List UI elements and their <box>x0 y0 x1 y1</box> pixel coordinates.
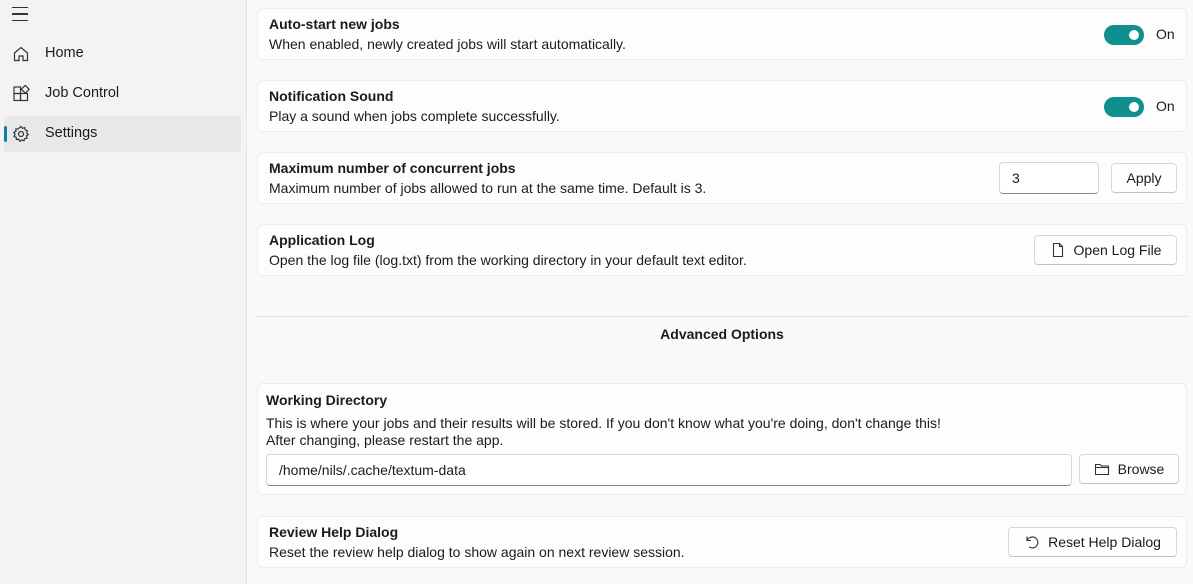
setting-description: Maximum number of jobs allowed to run at… <box>269 180 707 196</box>
toggle-state-label: On <box>1156 98 1175 114</box>
open-log-file-label: Open Log File <box>1073 242 1162 258</box>
sidebar-item-settings[interactable]: Settings <box>4 116 241 152</box>
gear-icon <box>12 125 30 143</box>
home-icon <box>13 46 29 62</box>
file-icon <box>1052 242 1063 258</box>
setting-title: Working Directory <box>266 392 388 408</box>
auto-start-toggle[interactable] <box>1104 25 1144 45</box>
setting-description: Reset the review help dialog to show aga… <box>269 544 685 560</box>
sidebar-item-home[interactable]: Home <box>4 36 241 72</box>
notification-sound-card: Notification Sound Play a sound when job… <box>257 80 1187 132</box>
apply-button[interactable]: Apply <box>1111 163 1177 193</box>
sidebar-item-label: Home <box>45 45 84 61</box>
toggle-state-label: On <box>1156 26 1175 42</box>
folder-icon <box>1094 463 1109 476</box>
active-indicator <box>4 126 7 142</box>
sidebar-item-label: Settings <box>45 125 98 141</box>
menu-icon[interactable] <box>12 6 30 22</box>
setting-description: Play a sound when jobs complete successf… <box>269 108 560 124</box>
setting-description: When enabled, newly created jobs will st… <box>269 36 626 52</box>
setting-title: Review Help Dialog <box>269 524 399 540</box>
browse-button-label: Browse <box>1117 461 1165 477</box>
browse-button[interactable]: Browse <box>1079 454 1179 484</box>
working-directory-input[interactable]: /home/nils/.cache/textum-data <box>266 454 1072 486</box>
reset-help-dialog-button[interactable]: Reset Help Dialog <box>1008 527 1177 557</box>
advanced-options-heading: Advanced Options <box>660 326 784 342</box>
reset-help-dialog-label: Reset Help Dialog <box>1048 534 1161 550</box>
apps-icon <box>13 85 30 102</box>
working-directory-description: This is where your jobs and their result… <box>266 415 941 431</box>
max-jobs-card: Maximum number of concurrent jobs Maximu… <box>257 152 1187 204</box>
open-log-file-button[interactable]: Open Log File <box>1034 235 1177 265</box>
working-directory-note: After changing, please restart the app. <box>266 432 504 448</box>
sidebar-item-label: Job Control <box>45 85 120 101</box>
working-directory-card: Working Directory This is where your job… <box>257 383 1187 495</box>
auto-start-card: Auto-start new jobs When enabled, newly … <box>257 8 1187 60</box>
setting-title: Maximum number of concurrent jobs <box>269 160 516 176</box>
setting-title: Notification Sound <box>269 88 394 104</box>
review-help-card: Review Help Dialog Reset the review help… <box>257 516 1187 568</box>
setting-title: Auto-start new jobs <box>269 16 400 32</box>
undo-icon <box>1026 536 1039 549</box>
setting-title: Application Log <box>269 232 375 248</box>
sidebar-item-job-control[interactable]: Job Control <box>4 76 241 112</box>
apply-button-label: Apply <box>1126 170 1162 186</box>
notification-sound-toggle[interactable] <box>1104 97 1144 117</box>
app-log-card: Application Log Open the log file (log.t… <box>257 224 1187 276</box>
setting-description: Open the log file (log.txt) from the wor… <box>269 252 747 268</box>
max-jobs-input[interactable]: 3 <box>999 162 1099 194</box>
sidebar: Home Job Control Settings <box>0 0 246 584</box>
settings-page: Auto-start new jobs When enabled, newly … <box>246 0 1193 584</box>
divider <box>257 316 1187 317</box>
